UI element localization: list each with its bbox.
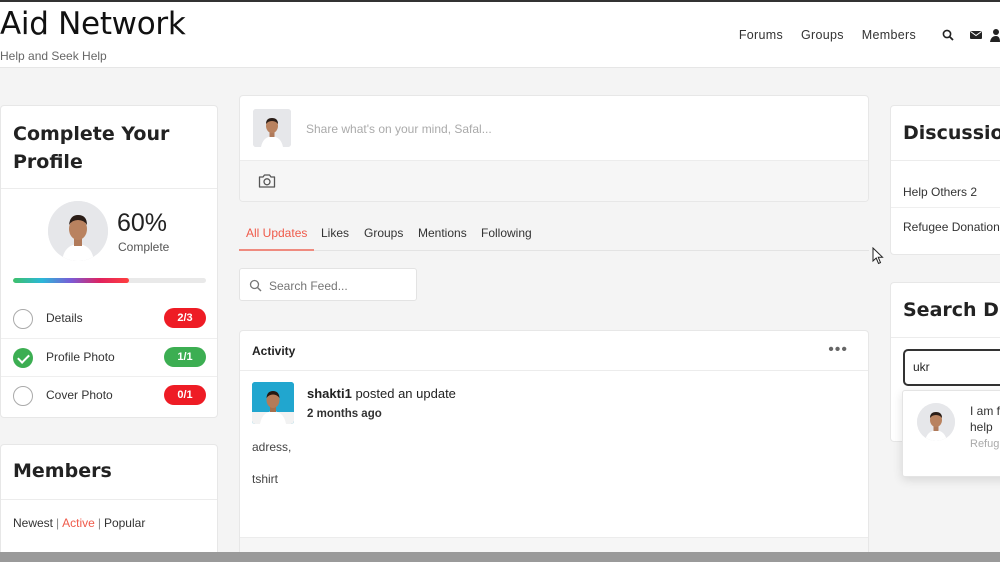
result-forum: Refug bbox=[970, 438, 1000, 450]
complete-profile-card: Complete Your Profile 60% Complete Detai… bbox=[0, 105, 218, 418]
divider bbox=[891, 207, 1000, 208]
search-feed bbox=[239, 268, 417, 301]
horizontal-scrollbar[interactable] bbox=[0, 552, 1000, 562]
divider bbox=[891, 337, 1000, 338]
discussion-link[interactable]: Refugee Donation bbox=[903, 220, 1000, 234]
post-box-toolbar bbox=[240, 160, 868, 201]
activity-card: Activity ••• shakti1 posted an update 2 … bbox=[239, 330, 869, 562]
activity-tabs: All Updates Likes Groups Mentions Follow… bbox=[239, 215, 869, 251]
result-title-line: I am f bbox=[970, 404, 1000, 418]
check-circle-icon bbox=[13, 348, 33, 368]
search-discussions-title: Search Dis bbox=[903, 299, 1000, 321]
filter-separator: | bbox=[56, 516, 60, 530]
active-tab-indicator bbox=[239, 249, 314, 251]
unchecked-circle-icon bbox=[13, 386, 33, 406]
discussions-card: Discussion Help Others 2 Refugee Donatio… bbox=[890, 105, 1000, 255]
camera-icon[interactable] bbox=[258, 173, 278, 191]
activity-timestamp[interactable]: 2 months ago bbox=[307, 408, 382, 420]
nav-link-forums[interactable]: Forums bbox=[739, 28, 783, 42]
discussions-title: Discussion bbox=[903, 122, 1000, 144]
complete-profile-title: Complete Your Profile bbox=[13, 123, 170, 173]
post-box-input[interactable]: Share what's on your mind, Safal... bbox=[306, 122, 492, 136]
search-icon[interactable] bbox=[934, 27, 962, 43]
activity-content-line: adress, bbox=[252, 440, 292, 454]
members-card: Members Newest | Active | Popular bbox=[0, 444, 218, 562]
profile-step-label: Cover Photo bbox=[46, 388, 113, 402]
divider bbox=[891, 160, 1000, 161]
site-title[interactable]: Aid Network bbox=[0, 6, 186, 42]
nav-link-groups[interactable]: Groups bbox=[801, 28, 844, 42]
profile-step-cover-photo[interactable]: Cover Photo 0/1 bbox=[1, 376, 217, 414]
more-options-icon[interactable]: ••• bbox=[828, 341, 848, 359]
tab-all-updates[interactable]: All Updates bbox=[246, 226, 307, 240]
members-filter-newest[interactable]: Newest bbox=[13, 516, 53, 530]
members-filter-active[interactable]: Active bbox=[62, 516, 95, 530]
profile-step-badge: 0/1 bbox=[164, 385, 206, 405]
activity-action: posted an update bbox=[355, 386, 456, 401]
profile-progress-bar bbox=[13, 278, 206, 283]
search-feed-input[interactable] bbox=[269, 279, 409, 293]
unchecked-circle-icon bbox=[13, 309, 33, 329]
site-tagline: Help and Seek Help bbox=[0, 49, 107, 63]
profile-completion-label: Complete bbox=[118, 240, 170, 254]
result-title[interactable]: I am f help bbox=[970, 403, 1000, 435]
profile-step-details[interactable]: Details 2/3 bbox=[1, 300, 217, 338]
search-results-dropdown: I am f help Refug bbox=[902, 390, 1000, 477]
activity-header: Activity ••• bbox=[240, 331, 868, 371]
profile-progress-fill bbox=[13, 278, 129, 283]
profile-completion-percent: 60% bbox=[117, 209, 168, 237]
divider bbox=[1, 499, 217, 500]
tab-mentions[interactable]: Mentions bbox=[418, 226, 467, 240]
profile-step-label: Profile Photo bbox=[46, 350, 115, 364]
profile-step-badge: 1/1 bbox=[164, 347, 206, 367]
members-title: Members bbox=[13, 460, 112, 482]
mouse-cursor-icon bbox=[872, 247, 884, 265]
members-filter-popular[interactable]: Popular bbox=[104, 516, 145, 530]
result-title-line: help bbox=[970, 420, 993, 434]
tab-following[interactable]: Following bbox=[481, 226, 532, 240]
profile-step-badge: 2/3 bbox=[164, 308, 206, 328]
mail-icon[interactable] bbox=[962, 27, 990, 43]
result-avatar[interactable] bbox=[917, 403, 955, 441]
main-nav: Forums Groups Members bbox=[739, 27, 1000, 43]
activity-title: Activity bbox=[252, 344, 296, 358]
tab-likes[interactable]: Likes bbox=[321, 226, 349, 240]
profile-step-label: Details bbox=[46, 311, 83, 325]
search-icon bbox=[249, 279, 262, 292]
post-box: Share what's on your mind, Safal... bbox=[239, 95, 869, 202]
activity-content-line: tshirt bbox=[252, 472, 279, 486]
profile-avatar[interactable] bbox=[48, 201, 108, 261]
post-box-avatar[interactable] bbox=[253, 109, 291, 147]
activity-user-link[interactable]: shakti1 bbox=[307, 386, 352, 401]
filter-separator: | bbox=[97, 516, 101, 530]
user-icon[interactable] bbox=[990, 27, 1000, 43]
discussion-link[interactable]: Help Others 2 bbox=[903, 185, 977, 199]
tab-groups[interactable]: Groups bbox=[364, 226, 403, 240]
divider bbox=[1, 188, 217, 189]
search-discussions-input[interactable]: ukr bbox=[903, 349, 1000, 386]
activity-headline: shakti1 posted an update bbox=[307, 386, 456, 401]
nav-link-members[interactable]: Members bbox=[862, 28, 916, 42]
members-filters: Newest | Active | Popular bbox=[13, 516, 145, 530]
profile-step-profile-photo[interactable]: Profile Photo 1/1 bbox=[1, 338, 217, 376]
site-header: Aid Network Help and Seek Help Forums Gr… bbox=[0, 2, 1000, 68]
activity-user-avatar[interactable] bbox=[252, 382, 294, 424]
